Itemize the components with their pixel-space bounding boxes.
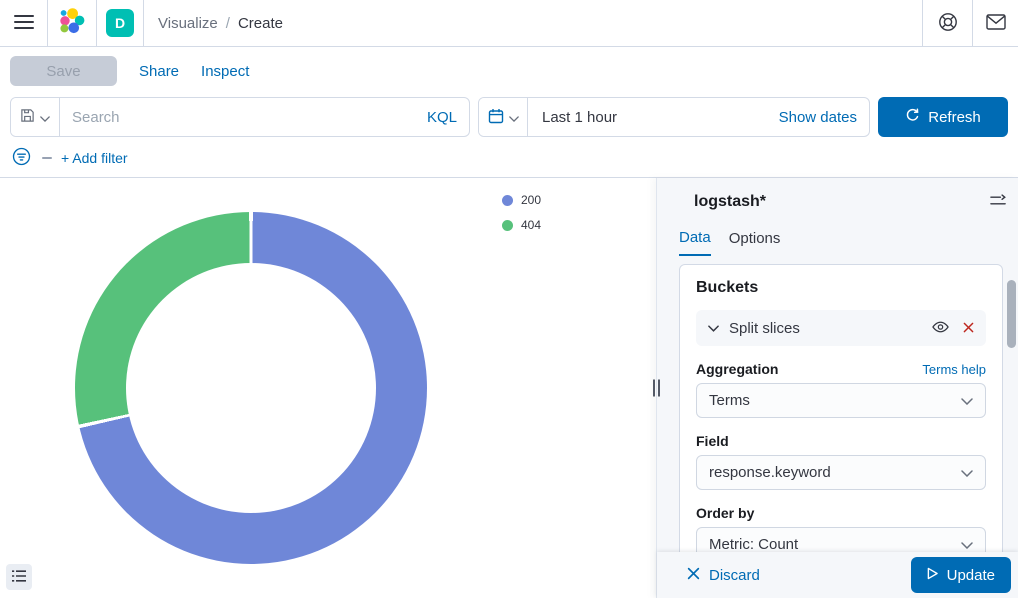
inspect-button[interactable]: Inspect <box>201 63 249 80</box>
index-pattern-title: logstash* <box>694 193 766 211</box>
query-language-button[interactable]: KQL <box>427 109 469 126</box>
red-x-icon <box>963 321 974 336</box>
newsfeed-button[interactable] <box>972 0 1018 46</box>
refresh-icon <box>905 108 920 127</box>
filter-bar: + Add filter <box>0 139 1018 178</box>
aggregation-label: Aggregation <box>696 361 778 377</box>
aggregation-group: Aggregation Terms help Terms <box>696 361 986 418</box>
chevron-down-icon <box>40 110 50 125</box>
donut-hole <box>126 263 376 513</box>
editor-tabs: Data Options <box>679 229 1003 256</box>
legend-label-200: 200 <box>521 193 541 207</box>
order-by-label: Order by <box>696 505 754 521</box>
visualize-actions-bar: Save Share Inspect <box>0 47 1018 95</box>
remove-bucket-button[interactable] <box>961 319 976 338</box>
help-lifebuoy-icon <box>938 12 958 35</box>
chevron-down-icon <box>961 536 973 553</box>
legend-dot-404 <box>502 220 513 231</box>
play-icon <box>927 567 938 584</box>
menu-button[interactable] <box>0 0 48 46</box>
field-group: Field response.keyword <box>696 433 986 490</box>
space-badge: D <box>106 9 134 37</box>
time-range-button[interactable]: Last 1 hour <box>528 109 617 126</box>
toggle-visibility-button[interactable] <box>930 319 951 338</box>
field-select[interactable]: response.keyword <box>696 455 986 490</box>
tab-options[interactable]: Options <box>729 229 781 256</box>
top-navigation: D Visualize / Create <box>0 0 1018 47</box>
elastic-logo[interactable] <box>48 0 97 46</box>
date-picker: Last 1 hour Show dates <box>478 97 870 137</box>
legend-item-404[interactable]: 404 <box>502 218 541 232</box>
query-bar: KQL Last 1 hour Show dates Refresh <box>0 95 1018 139</box>
refresh-button[interactable]: Refresh <box>878 97 1008 137</box>
space-switcher[interactable]: D <box>97 0 144 46</box>
breadcrumb-create: Create <box>238 15 283 32</box>
breadcrumb-visualize[interactable]: Visualize <box>158 15 218 32</box>
quick-select-menu-button[interactable] <box>479 98 528 136</box>
order-by-value: Metric: Count <box>709 536 798 553</box>
split-slices-label: Split slices <box>729 320 920 337</box>
filter-icon <box>12 147 31 169</box>
legend-item-200[interactable]: 200 <box>502 193 541 207</box>
discard-label: Discard <box>709 567 760 584</box>
update-label: Update <box>947 567 995 584</box>
collapse-panel-button[interactable] <box>988 192 1009 212</box>
x-icon <box>687 567 700 584</box>
legend-toggle-button[interactable] <box>6 564 32 590</box>
show-dates-button[interactable]: Show dates <box>779 109 869 126</box>
split-slices-accordion[interactable]: Split slices <box>696 310 986 346</box>
terms-help-link[interactable]: Terms help <box>922 362 986 377</box>
envelope-icon <box>986 14 1006 33</box>
legend-label-404: 404 <box>521 218 541 232</box>
collapse-panel-icon <box>990 195 1007 210</box>
chart-legend: 200 404 <box>502 193 541 232</box>
saved-query-menu-button[interactable] <box>11 98 60 136</box>
saved-query-icon <box>20 108 35 126</box>
topnav-right-actions <box>922 0 1018 46</box>
chevron-down-icon <box>961 392 973 409</box>
chevron-down-icon <box>961 464 973 481</box>
aggregation-value: Terms <box>709 392 750 409</box>
visualization-area: 200 404 <box>0 178 656 598</box>
hamburger-icon <box>14 14 34 33</box>
editor-footer: Discard Update <box>657 552 1018 598</box>
buckets-card: Buckets Split slices <box>679 264 1003 598</box>
tab-data[interactable]: Data <box>679 229 711 256</box>
main-content: 200 404 logstash* <box>0 178 1018 598</box>
field-label: Field <box>696 433 729 449</box>
share-button[interactable]: Share <box>139 63 179 80</box>
list-icon <box>11 569 27 586</box>
save-button[interactable]: Save <box>10 56 117 86</box>
panel-scrollbar[interactable] <box>1007 280 1016 348</box>
aggregation-select[interactable]: Terms <box>696 383 986 418</box>
legend-dot-200 <box>502 195 513 206</box>
eye-icon <box>932 321 949 336</box>
chevron-down-icon <box>509 110 519 125</box>
refresh-label: Refresh <box>928 109 981 126</box>
filter-options-button[interactable] <box>10 145 33 171</box>
search-bar: KQL <box>10 97 470 137</box>
discard-button[interactable]: Discard <box>687 567 760 584</box>
panel-resizer-handle[interactable] <box>653 380 660 397</box>
update-button[interactable]: Update <box>911 557 1011 593</box>
breadcrumb-separator: / <box>226 15 230 32</box>
elastic-logo-icon <box>59 8 85 39</box>
editor-panel: logstash* Data Options Buckets Split sli… <box>656 178 1018 598</box>
search-input[interactable] <box>60 109 427 126</box>
breadcrumb: Visualize / Create <box>144 0 922 46</box>
donut-chart[interactable] <box>75 212 427 564</box>
calendar-icon <box>488 108 504 127</box>
field-value: response.keyword <box>709 464 831 481</box>
buckets-title: Buckets <box>696 279 986 297</box>
chevron-down-icon <box>708 319 719 337</box>
filter-drag-dash <box>42 157 52 159</box>
add-filter-button[interactable]: + Add filter <box>61 150 128 166</box>
help-button[interactable] <box>922 0 972 46</box>
